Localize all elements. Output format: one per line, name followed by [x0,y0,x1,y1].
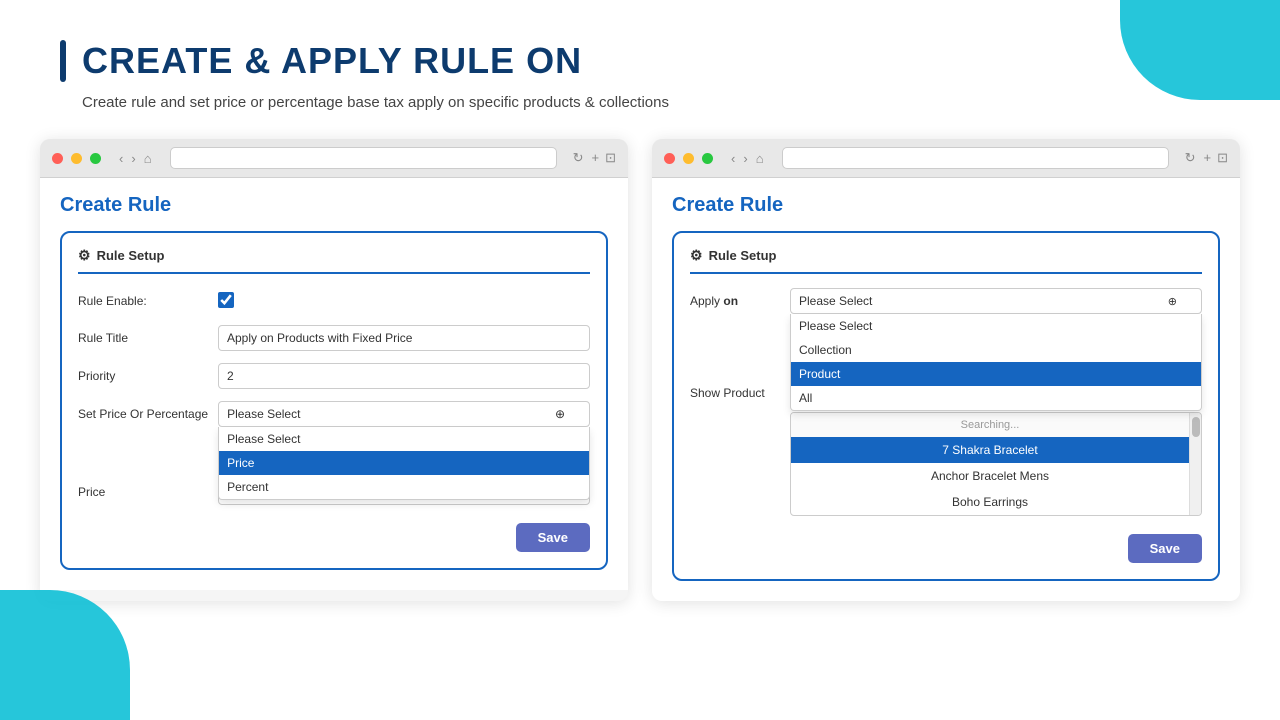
header: CREATE & APPLY RULE ON Create rule and s… [0,0,1280,131]
apply-on-label: Apply on [690,288,780,308]
header-title-row: CREATE & APPLY RULE ON [60,40,1220,82]
left-form-title: Create Rule [60,194,608,217]
set-price-control: Please Select ⊕ Please Select Price Perc… [218,401,590,427]
right-panel-label: Rule Setup [709,248,777,263]
product-list: Searching... 7 Shakra Bracelet Anchor Br… [790,412,1202,516]
dot-red-right[interactable] [664,153,675,164]
rule-title-row: Rule Title [78,325,590,351]
apply-on-dropdown[interactable]: Please Select ⊕ [790,288,1202,314]
apply-on-row: Apply on Please Select ⊕ Please Select C… [690,288,1202,314]
nav-reload-left[interactable]: ↻ [573,150,584,166]
right-urlbar [782,147,1169,169]
right-form-panel: ⚙ Rule Setup Apply on Please Select ⊕ [672,231,1220,581]
price-label: Price [78,479,208,499]
gear-icon-right: ⚙ [690,247,703,264]
rule-title-control [218,325,590,351]
apply-on-bold-text: on [723,294,738,308]
nav-reload-right[interactable]: ↻ [1185,150,1196,166]
right-panel-header: ⚙ Rule Setup [690,247,1202,274]
apply-option-product[interactable]: Product [791,362,1201,386]
dot-yellow-right[interactable] [683,153,694,164]
dot-green-left[interactable] [90,153,101,164]
product-item-2[interactable]: Boho Earrings [791,489,1189,515]
rule-title-input[interactable] [218,325,590,351]
dropdown-item-please-select[interactable]: Please Select [219,427,589,451]
more-right[interactable]: ⊡ [1217,150,1228,166]
dot-green-right[interactable] [702,153,713,164]
dot-yellow-left[interactable] [71,153,82,164]
right-actions: + ⊡ [1204,150,1229,166]
left-content: Create Rule ⚙ Rule Setup Rule Enable: Ru… [40,178,628,590]
product-scrollbar-track[interactable] [1189,413,1201,515]
priority-control [218,363,590,389]
priority-row: Priority [78,363,590,389]
nav-forward-left[interactable]: › [129,151,137,166]
right-form-title: Create Rule [672,194,1220,217]
apply-option-please-select[interactable]: Please Select [791,314,1201,338]
right-titlebar: ‹ › ⌂ ↻ + ⊡ [652,139,1240,178]
set-price-row: Set Price Or Percentage Please Select ⊕ … [78,401,590,427]
show-product-label: Show Product [690,380,780,400]
left-titlebar: ‹ › ⌂ ↻ + ⊡ [40,139,628,178]
set-price-arrow: ⊕ [555,407,565,421]
rule-enable-checkbox[interactable] [218,292,234,308]
windows-container: ‹ › ⌂ ↻ + ⊡ Create Rule ⚙ Rule Setup [0,139,1280,601]
nav-home-left[interactable]: ⌂ [142,151,154,166]
apply-on-control: Please Select ⊕ Please Select Collection… [790,288,1202,314]
apply-text: Apply [690,294,720,308]
rule-enable-row: Rule Enable: [78,288,590,313]
rule-title-label: Rule Title [78,325,208,345]
apply-on-arrow: ⊕ [1168,295,1177,308]
apply-option-collection[interactable]: Collection [791,338,1201,362]
rule-enable-control [218,288,590,313]
left-save-button[interactable]: Save [516,523,590,552]
page-subtitle: Create rule and set price or percentage … [60,94,1220,111]
right-save-button[interactable]: Save [1128,534,1202,563]
blob-bottom-left [0,590,130,720]
left-save-row: Save [78,517,590,552]
page-title: CREATE & APPLY RULE ON [82,40,582,82]
nav-home-right[interactable]: ⌂ [754,151,766,166]
nav-forward-right[interactable]: › [741,151,749,166]
left-panel-header: ⚙ Rule Setup [78,247,590,274]
product-scrollbar-thumb[interactable] [1192,417,1200,437]
gear-icon-left: ⚙ [78,247,91,264]
left-nav: ‹ › ⌂ [117,151,154,166]
set-price-label: Set Price Or Percentage [78,401,208,421]
dropdown-item-price[interactable]: Price [219,451,589,475]
header-bar [60,40,66,82]
product-list-searching: Searching... [791,413,1189,437]
product-item-1[interactable]: Anchor Bracelet Mens [791,463,1189,489]
priority-label: Priority [78,363,208,383]
left-browser-window: ‹ › ⌂ ↻ + ⊡ Create Rule ⚙ Rule Setup [40,139,628,601]
set-price-dropdown[interactable]: Please Select ⊕ [218,401,590,427]
priority-input[interactable] [218,363,590,389]
product-list-content: Searching... 7 Shakra Bracelet Anchor Br… [791,413,1189,515]
set-price-selected-value: Please Select [227,407,300,421]
nav-back-right[interactable]: ‹ [729,151,737,166]
right-content: Create Rule ⚙ Rule Setup Apply on Please… [652,178,1240,601]
right-save-row: Save [690,528,1202,563]
nav-back-left[interactable]: ‹ [117,151,125,166]
set-price-dropdown-list: Please Select Price Percent [218,427,590,500]
product-list-scroll: Searching... 7 Shakra Bracelet Anchor Br… [791,413,1201,515]
right-nav: ‹ › ⌂ [729,151,766,166]
left-actions: + ⊡ [592,150,617,166]
dropdown-item-percent[interactable]: Percent [219,475,589,499]
dot-red-left[interactable] [52,153,63,164]
left-form-panel: ⚙ Rule Setup Rule Enable: Rule Title [60,231,608,570]
new-tab-left[interactable]: + [592,150,600,166]
left-urlbar [170,147,557,169]
apply-on-selected-value: Please Select [799,294,872,308]
rule-enable-label: Rule Enable: [78,288,208,308]
new-tab-right[interactable]: + [1204,150,1212,166]
right-browser-window: ‹ › ⌂ ↻ + ⊡ Create Rule ⚙ Rule Setup [652,139,1240,601]
left-panel-label: Rule Setup [97,248,165,263]
more-left[interactable]: ⊡ [605,150,616,166]
product-item-0[interactable]: 7 Shakra Bracelet [791,437,1189,463]
apply-option-all[interactable]: All [791,386,1201,410]
apply-on-dropdown-list: Please Select Collection Product All [790,314,1202,411]
